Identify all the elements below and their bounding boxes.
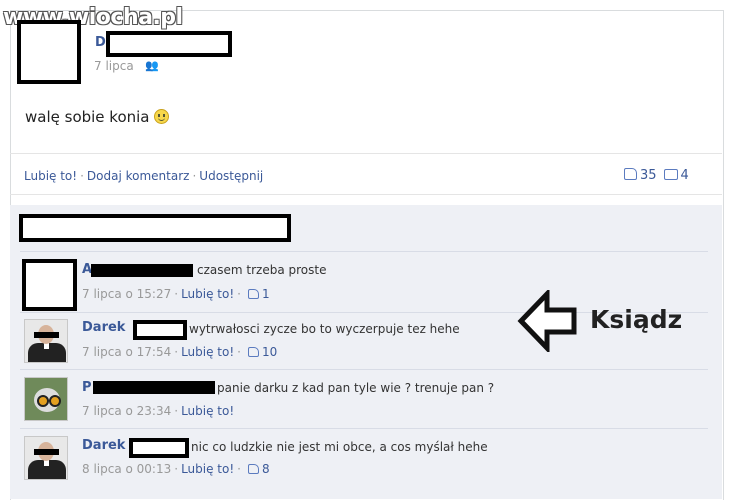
smiley-emoticon-icon bbox=[153, 109, 169, 124]
share-link[interactable]: Udostępnij bbox=[199, 169, 263, 183]
comment-avatar-lemur[interactable] bbox=[24, 377, 68, 421]
comment-name-censor-bar bbox=[133, 320, 187, 340]
annotation-label: Ksiądz bbox=[590, 305, 683, 334]
comment-separator bbox=[20, 428, 708, 429]
comment-like-link[interactable]: Lubię to! bbox=[181, 287, 234, 301]
friends-audience-icon: 👥 bbox=[145, 59, 159, 72]
comment-like-link[interactable]: Lubię to! bbox=[181, 404, 234, 418]
thumbs-up-icon bbox=[248, 464, 259, 474]
post-text: walę sobie konia bbox=[25, 108, 169, 126]
comment-text: wytrwałosci zycze bo to wyczerpuje tez h… bbox=[189, 322, 460, 336]
like-count[interactable]: 35 bbox=[640, 168, 657, 183]
post-text-content: walę sobie konia bbox=[25, 108, 150, 126]
comment-avatar-priest[interactable] bbox=[24, 436, 68, 480]
comment-timestamp[interactable]: 8 lipca o 00:13 bbox=[82, 462, 171, 476]
comment-author-name[interactable]: P bbox=[82, 380, 92, 395]
comment-text: czasem trzeba proste bbox=[197, 263, 327, 277]
comment-like-count[interactable]: 1 bbox=[262, 287, 270, 301]
comment-like-link[interactable]: Lubię to! bbox=[181, 345, 234, 359]
comment-like-count[interactable]: 10 bbox=[262, 345, 277, 359]
comment-name-censor-bar bbox=[93, 381, 215, 394]
arrow-left-icon bbox=[517, 290, 577, 352]
comment-name-censor-bar bbox=[91, 264, 193, 277]
comment-author-name[interactable]: Darek bbox=[82, 438, 125, 453]
censored-header-bar bbox=[19, 214, 291, 242]
comment-bubble-icon bbox=[663, 169, 678, 180]
comment-author-name[interactable]: Darek bbox=[82, 320, 125, 335]
thumbs-up-icon bbox=[248, 347, 259, 357]
comment-separator bbox=[20, 251, 708, 252]
thumbs-up-icon bbox=[248, 289, 259, 299]
comment-timestamp[interactable]: 7 lipca o 17:54 bbox=[82, 345, 171, 359]
comment-like-count[interactable]: 8 bbox=[262, 462, 270, 476]
actions-divider bbox=[10, 194, 722, 195]
comment-meta: 7 lipca o 23:34 · Lubię to! bbox=[82, 404, 235, 418]
comment-meta: 7 lipca o 17:54 · Lubię to! · 10 bbox=[82, 345, 278, 359]
post-actions: Lubię to! · Dodaj komentarz · Udostępnij bbox=[24, 169, 264, 183]
comment-avatar-censored[interactable] bbox=[22, 259, 77, 311]
post-author-avatar-censored[interactable] bbox=[17, 20, 81, 84]
comment-meta: 8 lipca o 00:13 · Lubię to! · 8 bbox=[82, 462, 270, 476]
comment-timestamp[interactable]: 7 lipca o 15:27 bbox=[82, 287, 171, 301]
author-name-censor-bar bbox=[106, 31, 232, 57]
comment-name-censor-bar bbox=[129, 438, 189, 458]
post-date[interactable]: 7 lipca bbox=[94, 59, 134, 73]
post-divider bbox=[10, 153, 722, 154]
comment-count[interactable]: 4 bbox=[681, 168, 689, 183]
comment-text: nic co ludzkie nie jest mi obce, a cos m… bbox=[191, 440, 488, 454]
thumbs-up-icon bbox=[624, 168, 637, 180]
comment-avatar-priest[interactable] bbox=[24, 319, 68, 363]
add-comment-link[interactable]: Dodaj komentarz bbox=[87, 169, 190, 183]
comment-like-link[interactable]: Lubię to! bbox=[181, 462, 234, 476]
comment-timestamp[interactable]: 7 lipca o 23:34 bbox=[82, 404, 171, 418]
comment-separator bbox=[20, 369, 708, 370]
comment-text: panie darku z kad pan tyle wie ? trenuje… bbox=[217, 381, 495, 395]
post-author-name[interactable]: D bbox=[95, 35, 106, 50]
post-counts: 35 4 bbox=[624, 168, 689, 183]
comment-meta: 7 lipca o 15:27 · Lubię to! · 1 bbox=[82, 287, 270, 301]
like-link[interactable]: Lubię to! bbox=[24, 169, 77, 183]
